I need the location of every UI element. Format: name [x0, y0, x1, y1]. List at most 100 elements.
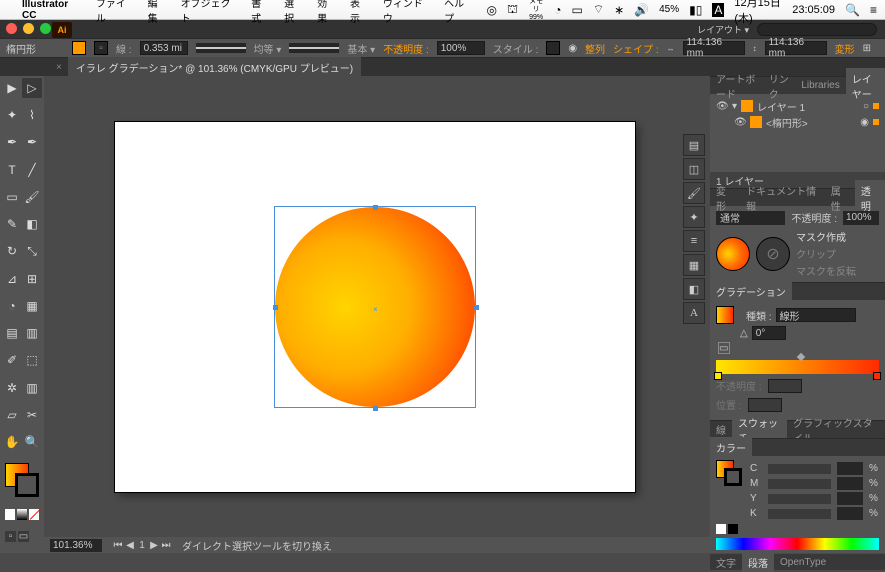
blend-tool[interactable]: ⬚: [22, 350, 42, 370]
rectangle-tool[interactable]: ▭: [2, 187, 22, 207]
layout-dropdown[interactable]: レイアウト ▾: [697, 23, 749, 36]
transform-link[interactable]: 変形: [835, 41, 855, 56]
screen-mode-full[interactable]: ▭: [18, 531, 29, 542]
zoom-tool[interactable]: 🔍: [22, 432, 42, 452]
ime-icon[interactable]: A: [712, 3, 724, 17]
close-window-button[interactable]: [6, 23, 17, 34]
fill-stroke-indicator[interactable]: [2, 463, 42, 499]
hand-tool[interactable]: ✋: [2, 432, 22, 452]
line-icon[interactable]: ◔: [554, 3, 561, 17]
selection-tool[interactable]: ▶: [2, 78, 22, 98]
menu-help[interactable]: ヘルプ: [444, 0, 472, 25]
spectrum-bar[interactable]: [716, 538, 879, 550]
panel-icon-align[interactable]: ▦: [683, 254, 705, 276]
battery-icon[interactable]: ▮▯: [689, 3, 702, 17]
panel-icon-brushes[interactable]: 🖌: [683, 182, 705, 204]
magic-wand-tool[interactable]: ✦: [2, 105, 22, 125]
artboard[interactable]: ×: [115, 122, 635, 492]
layer-row-1[interactable]: 👁 ▾ レイヤー 1 ○: [716, 98, 879, 114]
target-icon[interactable]: ◉: [860, 117, 869, 128]
expand-icon[interactable]: ▾: [732, 101, 737, 112]
gradient-slider[interactable]: [716, 360, 879, 374]
height-field[interactable]: 114.136 mm: [765, 41, 827, 55]
align-link[interactable]: 整列: [585, 41, 605, 56]
shaper-tool[interactable]: ✎: [2, 214, 22, 234]
visibility-icon[interactable]: 👁: [734, 117, 746, 128]
visibility-icon[interactable]: 👁: [716, 101, 728, 112]
graph-tool[interactable]: ▥: [22, 378, 42, 398]
panel-icon-stroke[interactable]: ≡: [683, 230, 705, 252]
lasso-tool[interactable]: ⌇: [22, 105, 42, 125]
k-field[interactable]: [837, 507, 863, 520]
stroke-profile[interactable]: [196, 43, 246, 53]
color-fill-stroke[interactable]: [716, 460, 744, 488]
width-tool[interactable]: ⊿: [2, 269, 22, 289]
tab-paragraph[interactable]: 段落: [742, 553, 774, 572]
layer-name[interactable]: レイヤー 1: [757, 99, 859, 114]
document-tab[interactable]: イラレ グラデーション* @ 101.36% (CMYK/GPU プレビュー): [68, 57, 361, 78]
anchor-top[interactable]: [373, 205, 378, 210]
menu-object[interactable]: オブジェクト: [181, 0, 238, 25]
anchor-right[interactable]: [474, 305, 479, 310]
layer-row-ellipse[interactable]: 👁 <楕円形> ◉: [716, 114, 879, 130]
mask-thumb[interactable]: ⊘: [756, 237, 790, 271]
shape-link[interactable]: シェイプ :: [613, 41, 659, 56]
bluetooth-icon[interactable]: ∗: [614, 3, 624, 17]
panel-icon-pathfinder[interactable]: ◧: [683, 278, 705, 300]
invert-mask-checkbox[interactable]: マスクを反転: [796, 263, 856, 278]
rotate-tool[interactable]: ↻: [2, 241, 22, 261]
menu-view[interactable]: 表示: [350, 0, 369, 25]
clip-checkbox[interactable]: クリップ: [796, 246, 856, 261]
app-name[interactable]: Illustrator CC: [22, 0, 82, 21]
menu-type[interactable]: 書式: [251, 0, 270, 25]
style-swatch[interactable]: [546, 41, 560, 55]
maximize-window-button[interactable]: [40, 23, 51, 34]
fill-swatch[interactable]: [72, 41, 86, 55]
angle-field[interactable]: 0°: [752, 326, 786, 340]
battery-text[interactable]: 45%: [659, 4, 679, 15]
pen-tool[interactable]: ✒: [2, 132, 22, 152]
c-slider[interactable]: [768, 464, 831, 474]
minimize-window-button[interactable]: [23, 23, 34, 34]
tab-libraries[interactable]: Libraries: [795, 77, 845, 94]
panel-icon-type[interactable]: A: [683, 302, 705, 324]
gradient-stop-1[interactable]: [714, 372, 722, 380]
menu-file[interactable]: ファイル: [96, 0, 134, 25]
tab-gradient[interactable]: グラデーション: [710, 281, 792, 302]
perspective-tool[interactable]: ▦: [22, 296, 42, 316]
zoom-field[interactable]: 101.36%: [50, 539, 102, 552]
dropbox-icon[interactable]: ⛫: [507, 2, 518, 18]
symbol-sprayer-tool[interactable]: ✲: [2, 378, 22, 398]
brush-profile[interactable]: [289, 43, 339, 53]
curvature-tool[interactable]: ✒: [22, 132, 42, 152]
artboard-nav[interactable]: ⏮◀1▶⏭: [112, 540, 172, 551]
sublayer-name[interactable]: <楕円形>: [766, 115, 856, 130]
scale-tool[interactable]: ⤡: [22, 241, 42, 261]
artboard-tool[interactable]: ▱: [2, 405, 22, 425]
anchor-bottom[interactable]: [373, 406, 378, 411]
m-field[interactable]: [837, 477, 863, 490]
shape-builder-tool[interactable]: ◔: [2, 296, 22, 316]
y-slider[interactable]: [768, 494, 831, 504]
gradient-tool[interactable]: ▥: [22, 323, 42, 343]
m-slider[interactable]: [768, 479, 831, 489]
white-swatch[interactable]: [716, 524, 726, 534]
basic-dropdown[interactable]: 基本 ▾: [347, 41, 375, 56]
transparency-thumb[interactable]: [716, 237, 750, 271]
isolate-icon[interactable]: ⊞: [863, 43, 871, 54]
recolor-icon[interactable]: ◉: [568, 43, 577, 54]
c-field[interactable]: [837, 462, 863, 475]
stop-location-field[interactable]: [748, 398, 782, 412]
notification-icon[interactable]: ≡: [870, 3, 877, 17]
input-icon[interactable]: ◎: [486, 3, 496, 17]
black-swatch[interactable]: [728, 524, 738, 534]
stroke-swatch[interactable]: ▫: [94, 41, 108, 55]
blend-mode-select[interactable]: 通常: [716, 211, 785, 225]
free-transform-tool[interactable]: ⊞: [22, 269, 42, 289]
menu-effect[interactable]: 効果: [317, 0, 336, 25]
spotlight-icon[interactable]: 🔍: [845, 3, 860, 17]
menubar-time[interactable]: 23:05:09: [792, 4, 835, 16]
uniform-dropdown[interactable]: 均等 ▾: [254, 41, 282, 56]
gradient-stop-2[interactable]: [873, 372, 881, 380]
tab-opentype[interactable]: OpenType: [774, 555, 832, 570]
